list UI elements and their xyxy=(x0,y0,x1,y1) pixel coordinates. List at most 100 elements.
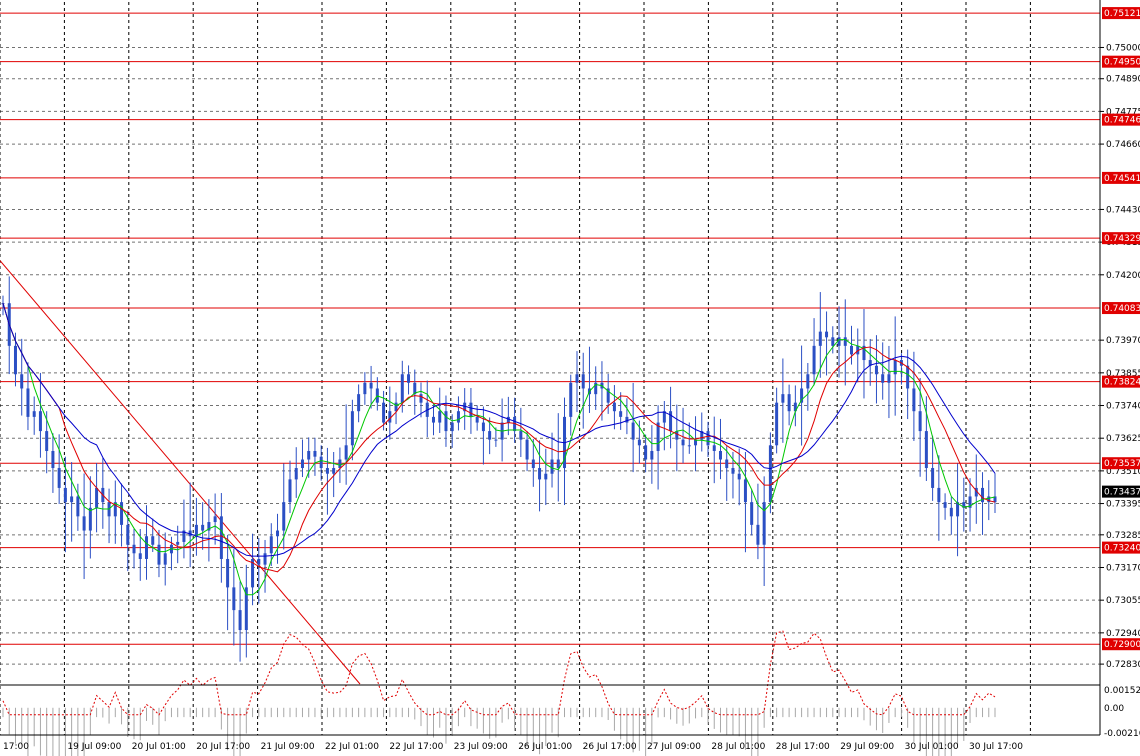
candle-body xyxy=(756,524,760,545)
candle-body xyxy=(307,450,311,460)
candle-body xyxy=(357,394,361,412)
candle-body xyxy=(51,450,55,469)
candle-body xyxy=(812,345,816,375)
candle-body xyxy=(743,479,747,503)
candle-body xyxy=(450,422,454,432)
y-tick-label: 0.72940 xyxy=(1106,629,1140,639)
level-tag-label: 0.73537 xyxy=(1104,459,1140,469)
candle-body xyxy=(319,456,323,469)
candle-body xyxy=(313,450,317,457)
time-axis: 17:00 19 Jul 09:00 20 Jul 01:00 20 Jul 17:0… xyxy=(3,742,1023,752)
candle-body xyxy=(294,468,298,480)
candle-body xyxy=(887,374,891,383)
candle-body xyxy=(725,459,729,469)
candle-body xyxy=(612,402,616,412)
x-tick-label: 27 Jul 09:00 xyxy=(647,742,701,752)
y-tick-label: 0.73740 xyxy=(1106,402,1140,412)
candle-body xyxy=(519,431,523,440)
moving-averages xyxy=(2,303,996,596)
level-tag-label: 0.73240 xyxy=(1104,544,1140,554)
candle-body xyxy=(300,459,304,469)
candle-body xyxy=(419,394,423,403)
candle-body xyxy=(350,411,354,446)
candle-body xyxy=(126,524,130,545)
osc-signal-line xyxy=(2,630,996,716)
candle-body xyxy=(850,345,854,355)
candle-body xyxy=(238,610,242,631)
candle-body xyxy=(675,431,679,440)
candle-body xyxy=(569,382,573,417)
y-tick-label: 0.73625 xyxy=(1106,434,1140,444)
chart-window[interactable]: 0.750000.748900.747750.746600.744300.743… xyxy=(0,0,1140,756)
candle-body xyxy=(631,422,635,440)
candles xyxy=(1,276,997,662)
osc-tick-label: 0.00 xyxy=(1104,704,1124,714)
x-tick-label: 21 Jul 09:00 xyxy=(261,742,315,752)
candle-body xyxy=(132,544,136,554)
candle-body xyxy=(431,416,435,423)
candle-body xyxy=(163,553,167,565)
level-tag-label: 0.72900 xyxy=(1104,640,1140,650)
y-tick-label: 0.74890 xyxy=(1106,75,1140,85)
candle-body xyxy=(263,553,267,565)
y-tick-label: 0.73170 xyxy=(1106,563,1140,573)
trendline xyxy=(0,260,361,685)
candle-body xyxy=(718,450,722,460)
y-tick-label: 0.74200 xyxy=(1106,271,1140,281)
osc-tick-label: -0.00216 xyxy=(1104,729,1140,739)
candle-body xyxy=(194,524,198,537)
current-price-label: 0.73437 xyxy=(1104,488,1140,498)
candle-body xyxy=(157,544,161,565)
candle-body xyxy=(144,536,148,559)
candle-body xyxy=(481,422,485,432)
candle-body xyxy=(687,445,691,447)
candle-body xyxy=(288,479,292,503)
candle-body xyxy=(70,496,74,503)
candle-body xyxy=(949,507,953,517)
candle-body xyxy=(338,459,342,469)
candle-body xyxy=(32,411,36,417)
x-tick-label: 28 Jul 17:00 xyxy=(776,742,830,752)
candle-body xyxy=(382,402,386,423)
candle-body xyxy=(644,445,648,460)
candle-body xyxy=(544,473,548,480)
candle-body xyxy=(768,445,772,503)
candle-body xyxy=(825,331,829,338)
candle-body xyxy=(276,530,280,537)
y-tick-label: 0.73055 xyxy=(1106,596,1140,606)
candle-body xyxy=(13,345,17,375)
candle-body xyxy=(525,439,529,460)
candle-body xyxy=(637,439,641,446)
candle-body xyxy=(931,468,935,488)
candle-body xyxy=(282,502,286,531)
candle-body xyxy=(26,388,30,417)
candle-body xyxy=(20,374,24,389)
candle-body xyxy=(750,502,754,525)
candle-body xyxy=(775,402,779,446)
x-tick-label: 29 Jul 09:00 xyxy=(840,742,894,752)
candle-body xyxy=(176,541,180,545)
price-chart[interactable]: 0.750000.748900.747750.746600.744300.743… xyxy=(0,0,1140,756)
oscillator-pane xyxy=(2,630,996,756)
candle-body xyxy=(787,394,791,412)
candle-body xyxy=(76,496,80,517)
candle-body xyxy=(151,536,155,545)
candle-body xyxy=(893,360,897,375)
candle-body xyxy=(918,411,922,432)
candle-body xyxy=(943,502,947,508)
candle-body xyxy=(475,416,479,423)
x-tick-label: 23 Jul 09:00 xyxy=(454,742,508,752)
candle-body xyxy=(363,382,367,395)
x-tick-label: 22 Jul 17:00 xyxy=(389,742,443,752)
candle-body xyxy=(806,374,810,389)
candle-body xyxy=(924,431,928,469)
x-tick-label: 22 Jul 01:00 xyxy=(325,742,379,752)
candle-body xyxy=(332,468,336,474)
level-tag-label: 0.74329 xyxy=(1104,234,1140,244)
candle-body xyxy=(906,365,910,389)
osc-tick-label: 0.001523 xyxy=(1104,686,1140,696)
x-tick-label: 19 Jul 09:00 xyxy=(67,742,121,752)
level-tag-label: 0.75121 xyxy=(1104,9,1140,19)
candle-body xyxy=(550,459,554,474)
candle-body xyxy=(619,411,623,417)
